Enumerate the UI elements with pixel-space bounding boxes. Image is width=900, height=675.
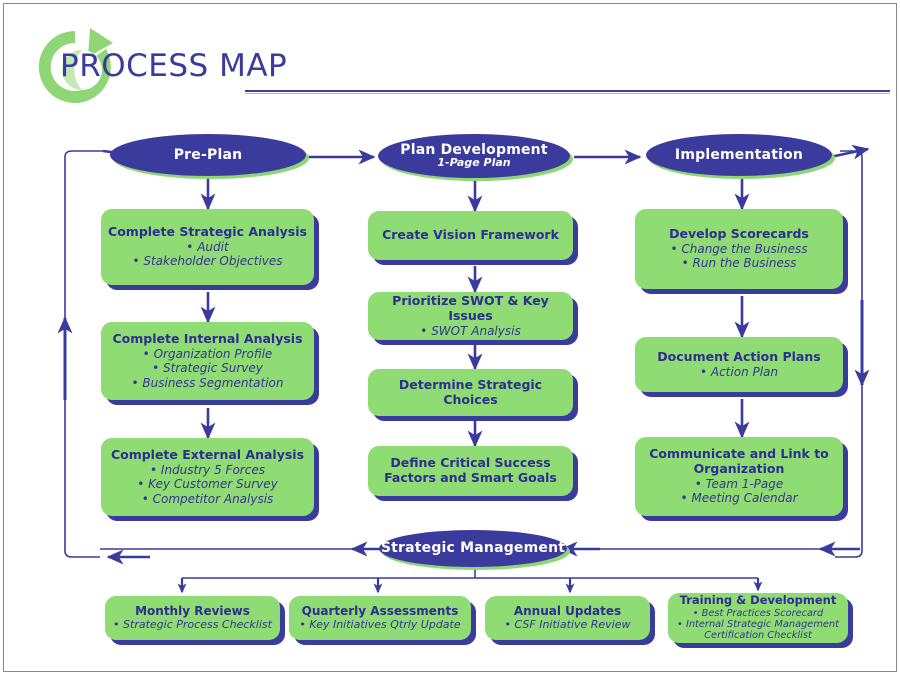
step-prioritize-swot-key-issues[interactable]: Prioritize SWOT & Key Issues • SWOT Anal… xyxy=(368,292,573,340)
bullet: • xyxy=(137,477,149,492)
phase-title: Implementation xyxy=(674,146,804,163)
title-rule-green xyxy=(245,93,890,94)
step-item: • Stakeholder Objectives xyxy=(132,254,283,269)
step-item: • Strategic Survey xyxy=(152,361,263,376)
step-item: • Organization Profile xyxy=(142,346,273,361)
review-title: Training & Development xyxy=(679,593,837,608)
bullet: • xyxy=(132,254,144,269)
review-item: • Key Initiatives Qtrly Update xyxy=(299,618,461,632)
step-determine-strategic-choices[interactable]: Determine Strategic Choices xyxy=(368,369,573,416)
phase-ellipse-pre-plan[interactable]: Pre-Plan xyxy=(110,134,306,176)
step-document-action-plans[interactable]: Document Action Plans • Action Plan xyxy=(635,337,843,392)
step-define-critical-success-factors[interactable]: Define Critical Success Factors and Smar… xyxy=(368,446,573,496)
governance-ellipse-strategic-management[interactable]: Strategic Management xyxy=(379,530,567,567)
review-monthly-reviews[interactable]: Monthly Reviews • Strategic Process Chec… xyxy=(105,596,280,640)
phase-ellipse-implementation[interactable]: Implementation xyxy=(646,134,832,176)
step-item: • Team 1-Page xyxy=(694,476,784,491)
bullet: • xyxy=(142,346,154,361)
bullet: • xyxy=(113,618,124,632)
step-title: Define Critical Success Factors and Smar… xyxy=(384,455,557,485)
page-title: PROCESS MAP xyxy=(60,48,288,84)
phase-subtitle: 1-Page Plan xyxy=(437,156,511,170)
step-develop-scorecards[interactable]: Develop Scorecards • Change the Business… xyxy=(635,209,843,289)
step-item: • Audit xyxy=(186,239,229,254)
review-item: • Strategic Process Checklist xyxy=(113,618,272,632)
review-item: • Best Practices Scorecard xyxy=(692,607,824,619)
step-item: • Run the Business xyxy=(681,256,797,271)
step-title: Determine Strategic Choices xyxy=(398,376,543,407)
review-item: • CSF Initiative Review xyxy=(504,618,631,632)
step-complete-external-analysis[interactable]: Complete External Analysis • Industry 5 … xyxy=(101,438,314,516)
bullet: • xyxy=(152,361,164,376)
step-item: • Meeting Calendar xyxy=(680,491,798,506)
bullet: • xyxy=(694,476,706,491)
bullet: • xyxy=(699,364,711,379)
step-title: Complete External Analysis xyxy=(110,447,305,463)
bullet: • xyxy=(141,491,153,506)
page-header: PROCESS MAP xyxy=(0,0,900,120)
review-title: Monthly Reviews xyxy=(135,604,250,619)
phase-title: Plan Development xyxy=(400,141,548,158)
phase-title: Pre-Plan xyxy=(173,146,243,163)
step-item: • Business Segmentation xyxy=(131,375,284,390)
bullet: • xyxy=(131,375,143,390)
review-annual-updates[interactable]: Annual Updates • CSF Initiative Review xyxy=(485,596,650,640)
bullet: • xyxy=(692,607,702,619)
step-title: Create Vision Framework xyxy=(382,227,559,243)
governance-title: Strategic Management xyxy=(380,540,566,557)
review-title: Quarterly Assessments xyxy=(301,604,459,619)
step-item: • Competitor Analysis xyxy=(141,491,274,506)
review-quarterly-assessments[interactable]: Quarterly Assessments • Key Initiatives … xyxy=(289,596,471,640)
bullet: • xyxy=(504,618,515,632)
review-title: Annual Updates xyxy=(513,604,622,619)
step-complete-internal-analysis[interactable]: Complete Internal Analysis • Organizatio… xyxy=(101,322,314,400)
step-complete-strategic-analysis[interactable]: Complete Strategic Analysis • Audit • St… xyxy=(101,209,314,285)
bullet: • xyxy=(670,241,682,256)
step-create-vision-framework[interactable]: Create Vision Framework xyxy=(368,211,573,260)
step-title: Communicate and Link to Organization xyxy=(649,446,829,477)
title-rule-blue xyxy=(245,90,890,92)
step-title: Develop Scorecards xyxy=(669,226,809,242)
step-title: Complete Internal Analysis xyxy=(112,331,303,347)
step-item: • Key Customer Survey xyxy=(137,477,278,492)
review-item: • Internal Strategic Management Certific… xyxy=(677,619,839,642)
step-title: Complete Strategic Analysis xyxy=(108,224,307,240)
bullet: • xyxy=(150,462,161,477)
bullet: • xyxy=(681,256,693,271)
step-item: • Industry 5 Forces xyxy=(150,462,265,477)
bullet: • xyxy=(186,239,198,254)
phase-ellipse-plan-development[interactable]: Plan Development 1-Page Plan xyxy=(378,134,570,178)
step-communicate-and-link-to-organization[interactable]: Communicate and Link to Organization • T… xyxy=(635,437,843,516)
bullet: • xyxy=(680,491,692,506)
step-item: • SWOT Analysis xyxy=(420,323,521,338)
bullet: • xyxy=(677,619,686,631)
bullet: • xyxy=(299,618,310,632)
step-item: • Action Plan xyxy=(699,364,779,379)
review-training-and-development[interactable]: Training & Development • Best Practices … xyxy=(668,593,848,643)
step-item: • Change the Business xyxy=(670,241,808,256)
bullet: • xyxy=(420,323,432,338)
step-title: Prioritize SWOT & Key Issues xyxy=(392,293,549,323)
step-title: Document Action Plans xyxy=(657,348,821,364)
